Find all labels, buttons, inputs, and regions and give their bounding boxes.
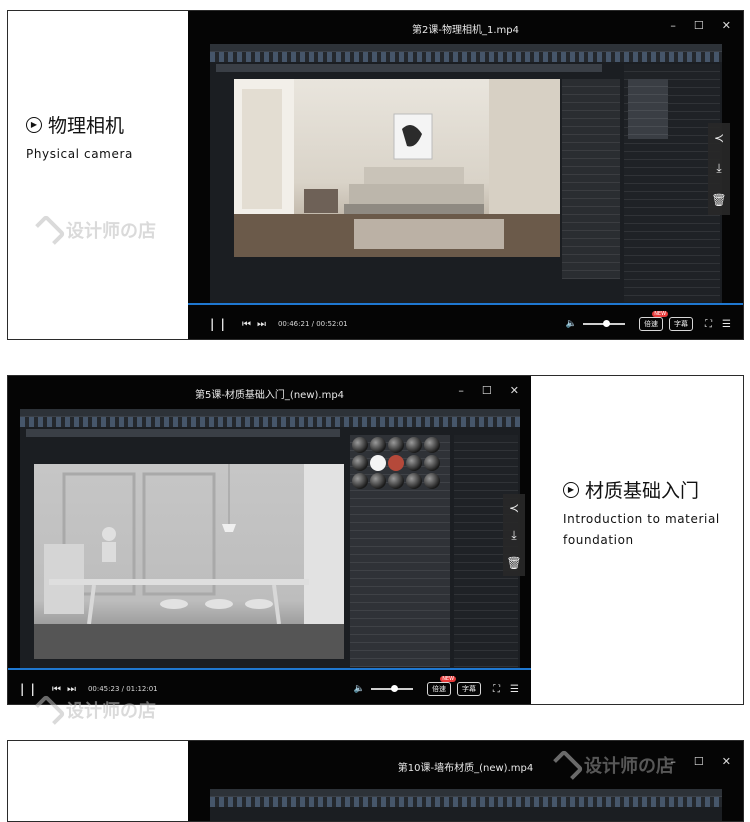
control-bar: | | ⏮ ⏭ 00:46:21 / 00:52:01 🔈 倍速 NEW 字幕 … [210,311,731,335]
lesson-card-1: ▶ 物理相机 Physical camera 设计师の店 第2课-物理相机_1.… [7,10,744,340]
subtitle-button[interactable]: 字幕 [669,317,694,331]
close-button[interactable]: ✕ [722,755,731,768]
volume-slider[interactable] [371,685,414,692]
watermark: 设计师の店 [548,751,674,779]
next-icon[interactable]: ⏭ [67,684,76,695]
maximize-button[interactable]: ☐ [694,755,704,768]
video-frame [210,44,722,304]
speed-button[interactable]: 倍速 NEW [639,311,669,331]
lesson-card-2: 第5课-材质基础入门_(new).mp4 – ☐ ✕ | | ⏮ ⏭ 00:45… [7,375,744,705]
bedroom-scene [234,79,560,257]
play-circle-icon: ▶ [563,481,579,498]
lesson-caption-2: ▶ 材质基础入门 Introduction to material founda… [563,476,733,551]
close-button[interactable]: ✕ [510,384,519,397]
caption-subtitle: Physical camera [26,147,133,161]
watermark: 设计师の店 [30,696,156,724]
volume-icon[interactable]: 🔈 [354,684,365,694]
delete-icon[interactable]: 🗑 [711,193,726,207]
playlist-icon[interactable]: ☰ [510,684,519,695]
video-title: 第2课-物理相机_1.mp4 [412,25,519,36]
video-player-2[interactable]: 第5课-材质基础入门_(new).mp4 – ☐ ✕ | | ⏮ ⏭ 00:45… [8,376,531,704]
settings-panel [562,79,620,279]
maximize-button[interactable]: ☐ [482,384,492,397]
caption-subtitle: Introduction to material foundation [563,512,720,547]
watermark-logo-icon [548,751,576,779]
render-viewport [34,464,344,659]
time-display: 00:46:21 / 00:52:01 [277,320,348,328]
side-toolbar: ≺ ⤓ 🗑 [708,123,730,215]
watermark-logo-icon [30,216,58,244]
fullscreen-icon[interactable]: ⛶ [493,684,500,695]
pause-icon[interactable]: | | [210,317,226,331]
video-frame [20,409,520,669]
caption-title: 物理相机 [48,115,125,137]
material-panel [628,79,668,139]
time-display: 00:45:23 / 01:12:01 [87,685,158,693]
progress-fill [188,303,743,305]
video-player-1[interactable]: 第2课-物理相机_1.mp4 – ☐ ✕ ≺ ⤓ 🗑 | | ⏮ ⏭ 00:46… [188,11,743,339]
maximize-button[interactable]: ☐ [694,19,704,32]
play-circle-icon: ▶ [26,116,42,133]
progress-bar[interactable] [188,303,743,305]
prev-icon[interactable]: ⏮ [242,319,251,330]
progress-fill [8,668,531,670]
volume-slider[interactable] [583,320,626,327]
subtitle-button[interactable]: 字幕 [457,682,482,696]
prev-icon[interactable]: ⏮ [52,684,61,695]
minimize-button[interactable]: – [670,19,676,32]
watermark-logo-icon [30,696,58,724]
download-icon[interactable]: ⤓ [511,528,516,543]
new-badge: NEW [652,311,669,317]
lesson-caption-1: ▶ 物理相机 Physical camera [26,111,133,165]
watermark: 设计师の店 [30,216,156,244]
delete-icon[interactable]: 🗑 [506,556,521,570]
next-icon[interactable]: ⏭ [257,319,266,330]
material-spheres [352,437,440,489]
dining-room-scene [34,464,344,659]
material-editor [350,435,450,667]
video-frame [210,789,722,821]
fullscreen-icon[interactable]: ⛶ [705,319,712,330]
render-viewport [234,79,560,257]
caption-title: 材质基础入门 [585,480,700,502]
download-icon[interactable]: ⤓ [716,161,721,176]
share-icon[interactable]: ≺ [509,501,519,515]
volume-icon[interactable]: 🔈 [566,319,577,329]
minimize-button[interactable]: – [458,384,464,397]
pause-icon[interactable]: | | [20,682,36,696]
share-icon[interactable]: ≺ [714,131,724,145]
progress-bar[interactable] [8,668,531,670]
lesson-card-3: 第10课-墙布材质_(new).mp4 – ☐ ✕ 设计师の店 [7,740,744,822]
new-badge: NEW [440,676,457,682]
video-title: 第5课-材质基础入门_(new).mp4 [194,390,345,401]
close-button[interactable]: ✕ [722,19,731,32]
playlist-icon[interactable]: ☰ [722,319,731,330]
speed-button[interactable]: 倍速 NEW [427,676,457,696]
side-toolbar: ≺ ⤓ 🗑 [503,494,525,576]
